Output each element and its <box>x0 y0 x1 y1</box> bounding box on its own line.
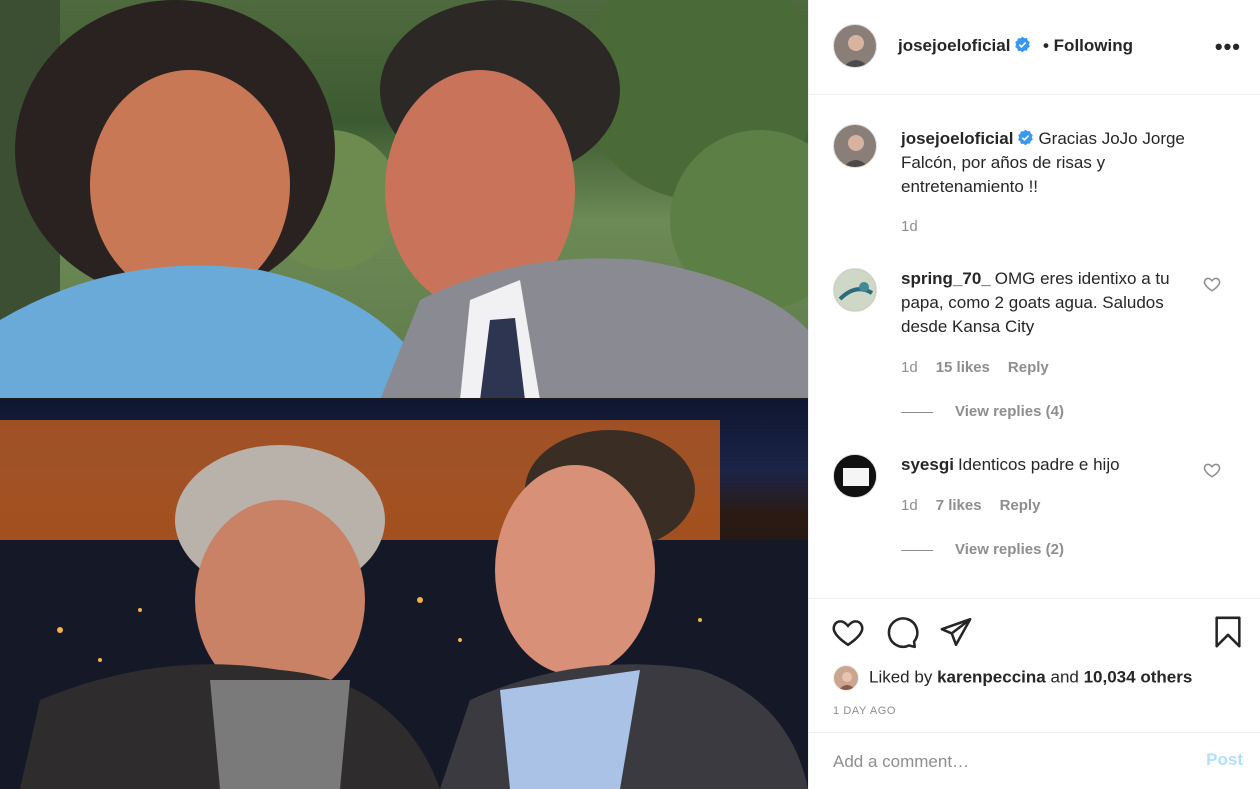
comment-username[interactable]: syesgi <box>901 455 954 474</box>
liked-by-and: and <box>1050 667 1079 687</box>
view-replies-label[interactable]: View replies (2) <box>955 541 1064 558</box>
verified-badge-icon <box>1015 36 1031 53</box>
heart-icon[interactable] <box>831 615 865 649</box>
author-username-text[interactable]: josejoeloficial <box>898 36 1010 55</box>
comment-like-heart-icon[interactable] <box>1203 461 1221 479</box>
author-username[interactable]: josejoeloficial <box>898 36 1031 56</box>
view-replies-button[interactable]: View replies (4) <box>901 403 1064 420</box>
comment-time[interactable]: 1d <box>901 497 918 514</box>
post-timestamp[interactable]: 1 DAY AGO <box>833 705 896 717</box>
comment-body: syesgi Identicos padre e hijo <box>901 453 1201 477</box>
photo-top-panel <box>0 0 808 400</box>
comment-body: spring_70_ OMG eres identixo a tu papa, c… <box>901 267 1201 339</box>
comment-meta: 1d 7 likes Reply <box>901 497 1058 514</box>
comment-username[interactable]: spring_70_ <box>901 269 991 288</box>
follow-status-button[interactable]: • Following <box>1043 36 1133 56</box>
share-icon[interactable] <box>939 615 973 649</box>
caption-avatar[interactable] <box>833 124 877 168</box>
comment-time[interactable]: 1d <box>901 359 918 376</box>
comments-list: josejoeloficial Gracias JoJo Jorge Falcón… <box>809 96 1260 598</box>
bookmark-icon[interactable] <box>1211 615 1245 649</box>
view-replies-button[interactable]: View replies (2) <box>901 541 1064 558</box>
liked-by: Liked by karenpeccina and 10,034 others <box>833 665 1192 691</box>
post-actions: Liked by karenpeccina and 10,034 others … <box>809 598 1260 732</box>
caption-time[interactable]: 1d <box>901 218 918 235</box>
post-comment-button[interactable]: Post <box>1206 750 1243 770</box>
liked-by-user[interactable]: karenpeccina <box>937 667 1046 686</box>
liked-by-prefix: Liked by <box>869 667 933 687</box>
liked-by-others[interactable]: 10,034 others <box>1084 667 1193 686</box>
view-replies-line <box>901 549 933 551</box>
comment-avatar[interactable] <box>833 454 877 498</box>
view-replies-label[interactable]: View replies (4) <box>955 403 1064 420</box>
post-photo[interactable] <box>0 0 808 789</box>
comment-like-heart-icon[interactable] <box>1203 275 1221 293</box>
verified-badge-icon <box>1018 129 1034 146</box>
post-header: josejoeloficial • Following ••• <box>809 0 1260 95</box>
comment-text: Identicos padre e hijo <box>957 455 1120 474</box>
add-comment-input[interactable] <box>833 733 1173 789</box>
post-side-panel: josejoeloficial • Following ••• josejoel… <box>808 0 1260 789</box>
photo-bottom-illustration <box>0 420 808 789</box>
add-comment-bar: Post <box>809 732 1260 789</box>
more-horizontal-icon[interactable]: ••• <box>1215 34 1241 60</box>
comment-likes[interactable]: 7 likes <box>936 497 982 514</box>
comment-avatar[interactable] <box>833 268 877 312</box>
view-replies-line <box>901 411 933 413</box>
comment-meta: 1d 15 likes Reply <box>901 359 1067 376</box>
liker-avatar[interactable] <box>833 665 859 691</box>
caption-username[interactable]: josejoeloficial <box>901 129 1013 148</box>
photo-bottom-panel <box>0 400 808 789</box>
comment-reply-button[interactable]: Reply <box>1000 497 1041 514</box>
author-avatar[interactable] <box>833 24 877 68</box>
comment-icon[interactable] <box>885 615 919 649</box>
comment-likes[interactable]: 15 likes <box>936 359 990 376</box>
caption-meta: 1d <box>901 218 936 235</box>
caption-body: josejoeloficial Gracias JoJo Jorge Falcón… <box>901 127 1201 199</box>
photo-top-illustration <box>0 0 808 400</box>
comment-reply-button[interactable]: Reply <box>1008 359 1049 376</box>
